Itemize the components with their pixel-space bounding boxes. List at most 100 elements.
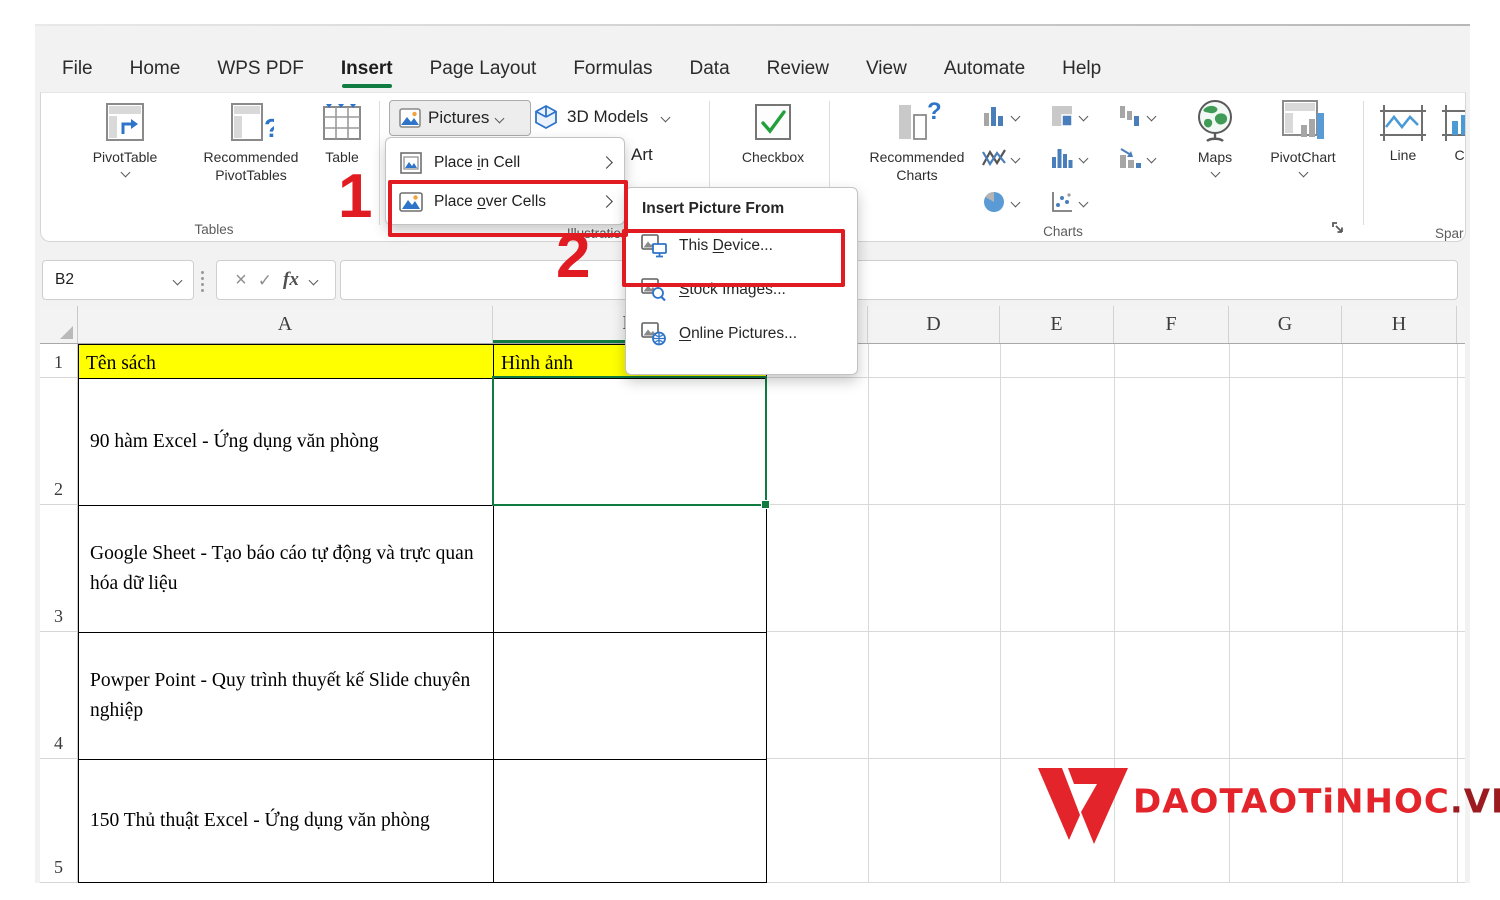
cell-a5[interactable]: 150 Thủ thuật Excel - Ứng dụng văn phòng (79, 760, 494, 883)
row-header-2[interactable]: 2 (40, 378, 78, 505)
checkbox-button[interactable]: Checkbox (723, 99, 823, 166)
tab-view[interactable]: View (866, 58, 907, 80)
row-header-3[interactable]: 3 (40, 505, 78, 632)
insert-column-chart-button[interactable] (981, 101, 1019, 131)
recommended-charts-icon: ? (893, 99, 941, 145)
place-in-cell-icon (399, 152, 423, 174)
svg-text:?: ? (927, 99, 941, 125)
excel-window: { "menubar": { "tabs": ["File","Home","W… (0, 0, 1500, 900)
tab-page-layout[interactable]: Page Layout (430, 58, 537, 80)
pivottable-icon (102, 99, 148, 145)
recommended-pivottables-label: Recommended PivotTables (204, 148, 299, 184)
insert-line-chart-button[interactable] (981, 143, 1019, 173)
smartart-label-partial[interactable]: Art (631, 145, 653, 165)
chevron-down-icon (1079, 111, 1089, 121)
tab-file[interactable]: File (62, 58, 93, 80)
insert-waterfall-chart-button[interactable] (1117, 101, 1155, 131)
menu-item-online-pictures[interactable]: Online Pictures... (626, 312, 857, 356)
pie-chart-icon (981, 189, 1007, 215)
online-pictures-icon (641, 322, 667, 346)
3d-cube-icon (533, 104, 559, 130)
row-header-5[interactable]: 5 (40, 759, 78, 883)
column-header-f[interactable]: F (1114, 306, 1229, 343)
3d-models-button[interactable]: 3D Models (533, 104, 669, 130)
pictures-button[interactable]: Pictures (389, 100, 531, 136)
insert-pie-chart-button[interactable] (981, 187, 1019, 217)
chevron-down-icon (1147, 111, 1157, 121)
pivottable-button[interactable]: PivotTable (75, 99, 175, 176)
pivotchart-button[interactable]: PivotChart (1249, 97, 1357, 176)
cell-b5[interactable] (494, 760, 767, 883)
insert-statistic-chart-button[interactable] (1049, 143, 1087, 173)
insert-hierarchy-chart-button[interactable] (1049, 101, 1087, 131)
cell-a1[interactable]: Tên sách (79, 345, 494, 379)
gridline (766, 882, 1465, 883)
column-chart-icon (981, 103, 1007, 129)
pivottable-label: PivotTable (93, 148, 158, 166)
table-button[interactable]: Table (311, 99, 373, 166)
insert-picture-from-header: Insert Picture From (626, 192, 857, 224)
funnel-chart-icon (1117, 145, 1143, 171)
treemap-chart-icon (1049, 103, 1075, 129)
tab-formulas[interactable]: Formulas (573, 58, 652, 80)
insert-function-button[interactable]: fx (283, 269, 299, 291)
sparkline-line-button[interactable]: Line (1377, 103, 1429, 164)
column-header-g[interactable]: G (1229, 306, 1342, 343)
formula-input[interactable] (340, 260, 1458, 300)
sparklines-group-label: Spar (1435, 226, 1466, 241)
cell-a3[interactable]: Google Sheet - Tạo báo cáo tự động và tr… (79, 506, 494, 633)
cell-b4[interactable] (494, 633, 767, 760)
cell-a4[interactable]: Powper Point - Quy trình thuyết kế Slide… (79, 633, 494, 760)
watermark: DAOTAOTiNHOC.VN (1036, 760, 1500, 844)
gridline (766, 377, 1465, 378)
selected-cell-border[interactable] (492, 376, 767, 506)
picture-icon (399, 108, 421, 128)
column-header-h[interactable]: H (1342, 306, 1457, 343)
3d-models-label: 3D Models (567, 107, 648, 127)
row-header-1[interactable]: 1 (40, 344, 78, 378)
formula-bar-grip[interactable] (201, 271, 204, 292)
enter-button[interactable]: ✓ (258, 272, 272, 289)
checkbox-label: Checkbox (742, 148, 804, 166)
group-separator (379, 101, 380, 225)
tab-automate[interactable]: Automate (944, 58, 1025, 80)
recommended-pivottables-button[interactable]: ? Recommended PivotTables (181, 99, 321, 184)
insert-combo-chart-button[interactable] (1117, 143, 1155, 173)
globe-icon (1192, 97, 1238, 145)
cell-b3[interactable] (494, 506, 767, 633)
chevron-down-icon (1298, 168, 1308, 178)
tab-home[interactable]: Home (130, 58, 181, 80)
pictures-label: Pictures (428, 108, 489, 128)
pivotchart-label: PivotChart (1270, 148, 1335, 166)
name-box[interactable]: B2 (42, 260, 194, 300)
formula-controls: × ✓ fx (216, 260, 336, 300)
sparkline-line-icon (1378, 103, 1428, 143)
row-header-4[interactable]: 4 (40, 632, 78, 759)
column-header-a[interactable]: A (78, 306, 493, 343)
tab-help[interactable]: Help (1062, 58, 1101, 80)
chevron-down-icon (1011, 111, 1021, 121)
recommended-charts-button[interactable]: ? Recommended Charts (853, 99, 981, 184)
cell-a2[interactable]: 90 hàm Excel - Ứng dụng văn phòng (79, 379, 494, 506)
column-header-e[interactable]: E (1000, 306, 1114, 343)
chevron-down-icon (1210, 168, 1220, 178)
chevron-down-icon (1079, 153, 1089, 163)
tab-review[interactable]: Review (767, 58, 829, 80)
chevron-down-icon (308, 275, 318, 285)
tab-insert[interactable]: Insert (341, 58, 393, 80)
select-all-button[interactable] (40, 306, 78, 343)
gridline (766, 758, 1465, 759)
sparkline-column-label: Col (1454, 146, 1466, 164)
chevron-down-icon (1011, 197, 1021, 207)
charts-dialog-launcher[interactable] (1331, 221, 1346, 236)
insert-scatter-chart-button[interactable] (1049, 187, 1087, 217)
maps-button[interactable]: Maps (1183, 97, 1247, 176)
group-separator (1363, 101, 1364, 225)
tab-wps-pdf[interactable]: WPS PDF (217, 58, 304, 80)
tab-data[interactable]: Data (690, 58, 730, 80)
sparkline-column-button[interactable]: Col (1439, 103, 1466, 164)
cancel-button[interactable]: × (235, 270, 247, 290)
column-header-d[interactable]: D (868, 306, 1000, 343)
menu-item-place-in-cell[interactable]: Place in Cell (386, 143, 624, 182)
sparkline-column-icon (1440, 103, 1466, 143)
